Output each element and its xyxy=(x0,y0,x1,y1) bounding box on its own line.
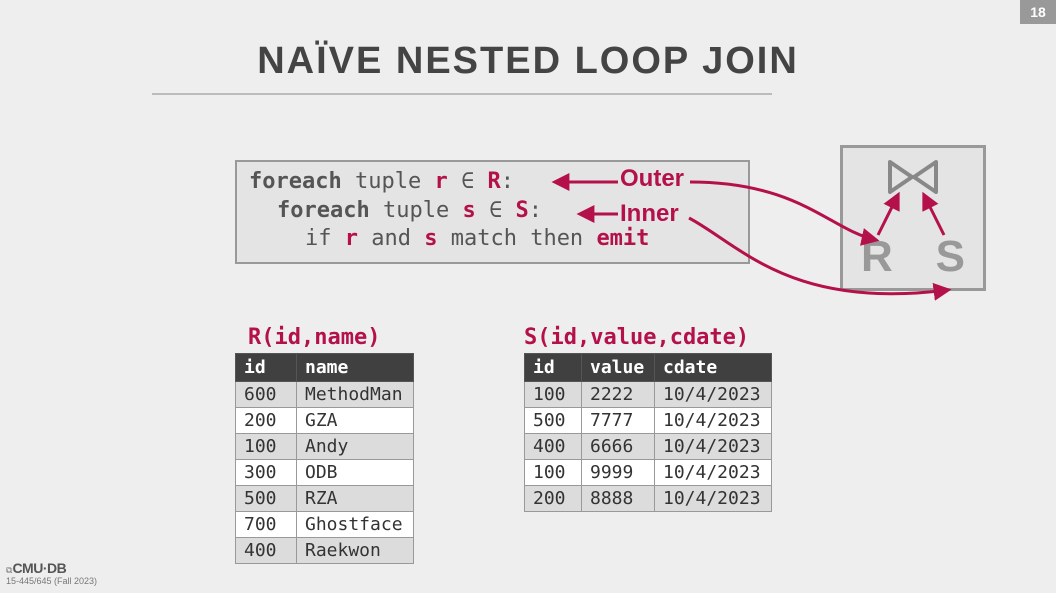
txt-and: and xyxy=(358,226,424,251)
table-r-col: name xyxy=(297,354,414,382)
table-s-col: cdate xyxy=(655,354,772,382)
table-cell: Andy xyxy=(297,434,414,460)
table-r: idname 600MethodMan200GZA100Andy300ODB50… xyxy=(235,353,414,564)
table-cell: 8888 xyxy=(582,486,655,512)
txt-in: ∈ xyxy=(476,198,516,223)
table-cell: 300 xyxy=(236,460,297,486)
join-icon xyxy=(888,160,938,194)
table-cell: 600 xyxy=(236,382,297,408)
table-row: 400666610/4/2023 xyxy=(525,434,772,460)
join-right-rel: S xyxy=(936,232,965,282)
var-s: s xyxy=(424,226,437,251)
join-left-rel: R xyxy=(861,232,893,282)
var-s: s xyxy=(462,198,475,223)
table-cell: 10/4/2023 xyxy=(655,408,772,434)
table-cell: 700 xyxy=(236,512,297,538)
rel-R: R xyxy=(487,169,500,194)
table-cell: 9999 xyxy=(582,460,655,486)
rel-S: S xyxy=(515,198,528,223)
label-inner: Inner xyxy=(620,200,679,228)
var-r: r xyxy=(434,169,447,194)
table-cell: 10/4/2023 xyxy=(655,434,772,460)
table-cell: 100 xyxy=(525,382,582,408)
table-row: 100Andy xyxy=(236,434,414,460)
table-cell: 500 xyxy=(525,408,582,434)
kw-foreach: foreach xyxy=(249,169,355,194)
table-cell: 10/4/2023 xyxy=(655,486,772,512)
table-cell: 2222 xyxy=(582,382,655,408)
table-row: 500777710/4/2023 xyxy=(525,408,772,434)
table-cell: 200 xyxy=(525,486,582,512)
table-cell: GZA xyxy=(297,408,414,434)
var-r: r xyxy=(345,226,358,251)
table-row: 500RZA xyxy=(236,486,414,512)
slide-title: NAÏVE NESTED LOOP JOIN xyxy=(0,40,1056,83)
footer-brand: ⧉CMU·DB 15-445/645 (Fall 2023) xyxy=(6,561,97,587)
table-cell: 500 xyxy=(236,486,297,512)
colon: : xyxy=(529,198,542,223)
table-cell: 100 xyxy=(236,434,297,460)
brand-main: CMU·DB xyxy=(12,560,66,576)
code-line-3: if r and s match then emit xyxy=(249,225,736,254)
table-cell: Ghostface xyxy=(297,512,414,538)
txt-in: ∈ xyxy=(448,169,488,194)
txt-matchthen: match then xyxy=(437,226,596,251)
kw-emit: emit xyxy=(596,226,649,251)
table-row: 200GZA xyxy=(236,408,414,434)
table-cell: 100 xyxy=(525,460,582,486)
label-outer: Outer xyxy=(620,165,684,193)
table-row: 100222210/4/2023 xyxy=(525,382,772,408)
table-cell: 10/4/2023 xyxy=(655,460,772,486)
title-underline xyxy=(152,93,772,95)
txt-tuple: tuple xyxy=(355,169,434,194)
table-row: 200888810/4/2023 xyxy=(525,486,772,512)
table-row: 300ODB xyxy=(236,460,414,486)
table-row: 600MethodMan xyxy=(236,382,414,408)
table-s-col: value xyxy=(582,354,655,382)
table-cell: MethodMan xyxy=(297,382,414,408)
table-cell: 400 xyxy=(525,434,582,460)
colon: : xyxy=(501,169,514,194)
table-cell: RZA xyxy=(297,486,414,512)
kw-foreach: foreach xyxy=(277,198,383,223)
table-row: 100999910/4/2023 xyxy=(525,460,772,486)
table-cell: 200 xyxy=(236,408,297,434)
table-cell: 6666 xyxy=(582,434,655,460)
table-cell: ODB xyxy=(297,460,414,486)
table-cell: 10/4/2023 xyxy=(655,382,772,408)
join-diagram-box: R S xyxy=(840,145,986,291)
page-number: 18 xyxy=(1020,0,1056,24)
brand-sub: 15-445/645 (Fall 2023) xyxy=(6,576,97,586)
table-row: 700Ghostface xyxy=(236,512,414,538)
table-r-col: id xyxy=(236,354,297,382)
txt-tuple: tuple xyxy=(383,198,462,223)
table-row: 400Raekwon xyxy=(236,538,414,564)
table-s: idvaluecdate 100222210/4/2023500777710/4… xyxy=(524,353,772,512)
table-cell: Raekwon xyxy=(297,538,414,564)
table-cell: 400 xyxy=(236,538,297,564)
table-s-header: S(id,value,cdate) xyxy=(524,325,749,350)
table-r-header: R(id,name) xyxy=(248,325,380,350)
kw-if: if xyxy=(305,226,345,251)
table-cell: 7777 xyxy=(582,408,655,434)
table-s-col: id xyxy=(525,354,582,382)
